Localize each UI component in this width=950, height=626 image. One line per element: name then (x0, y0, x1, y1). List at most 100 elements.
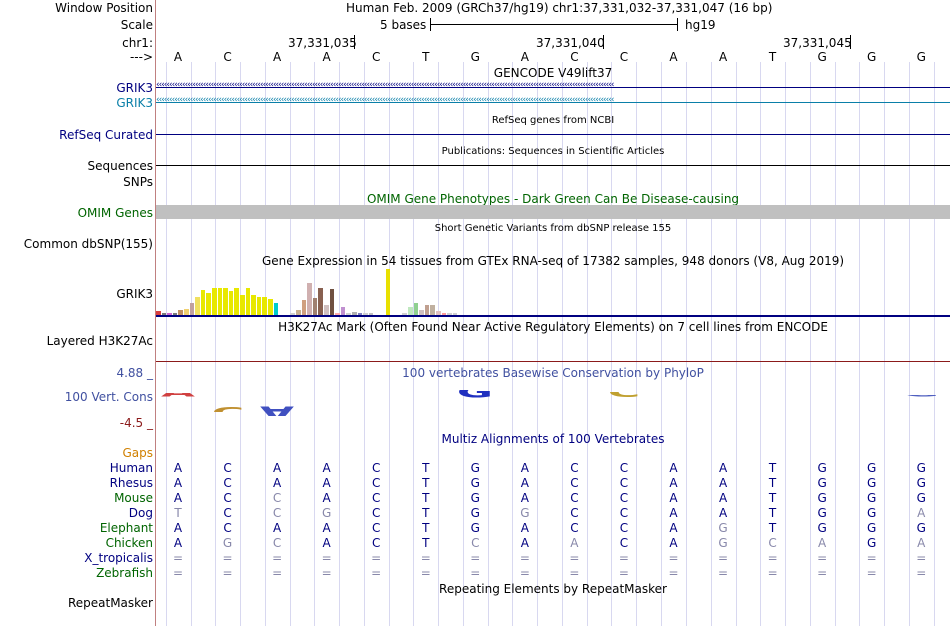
species-label[interactable]: Zebrafish (96, 566, 153, 580)
conservation-letter: A (156, 393, 200, 399)
species-label[interactable]: Mouse (114, 491, 153, 505)
repeatmasker-track-title[interactable]: Repeating Elements by RepeatMasker (156, 582, 950, 596)
conservation-label[interactable]: 100 Vert. Cons (65, 390, 153, 404)
gtex-tissue-bar[interactable] (240, 295, 245, 315)
snps-label[interactable]: SNPs (123, 175, 153, 189)
species-label[interactable]: Human (110, 461, 153, 475)
gtex-tissue-bar[interactable] (413, 303, 419, 315)
alignment-base: A (818, 536, 827, 550)
h3k27ac-label[interactable]: Layered H3K27Ac (47, 334, 153, 348)
species-label[interactable]: Dog (129, 506, 153, 520)
gencode-track-title[interactable]: GENCODE V49lift37 (156, 66, 950, 80)
gtex-tissue-bar[interactable] (256, 297, 262, 315)
gtex-tissue-bar[interactable] (262, 297, 267, 315)
gtex-tissue-bar[interactable] (206, 293, 211, 315)
gaps-label[interactable]: Gaps (122, 446, 153, 460)
common-dbsnp-label[interactable]: Common dbSNP(155) (24, 237, 153, 251)
alignment-base: = (866, 551, 877, 565)
gtex-tissue-bar[interactable] (245, 288, 251, 315)
gtex-tissue-bar[interactable] (312, 298, 318, 315)
gtex-tissue-bar[interactable] (340, 307, 346, 315)
conservation-track-title[interactable]: 100 vertebrates Basewise Conservation by… (156, 366, 950, 380)
gtex-tissue-bar[interactable] (430, 305, 435, 315)
alignment-base: A (322, 521, 331, 535)
scale-label: Scale (120, 18, 153, 32)
gtex-tissue-bar[interactable] (318, 288, 323, 315)
gtex-baseline (156, 315, 950, 317)
refseq-label[interactable]: RefSeq Curated (59, 128, 153, 142)
gencode-label-grik3-alt[interactable]: GRIK3 (116, 96, 153, 110)
alignment-base: A (322, 461, 331, 475)
alignment-base: A (718, 476, 728, 490)
gtex-tissue-bar[interactable] (273, 303, 279, 315)
multiz-track-title[interactable]: Multiz Alignments of 100 Vertebrates (156, 432, 950, 446)
gtex-gene-label[interactable]: GRIK3 (116, 287, 153, 301)
alignment-base: = (668, 551, 679, 565)
species-label[interactable]: Elephant (100, 521, 153, 535)
refseq-track-title[interactable]: RefSeq genes from NCBI (156, 115, 950, 126)
alignment-base: C (371, 461, 381, 475)
alignment-base: = (668, 566, 679, 580)
alignment-base: G (867, 476, 877, 490)
alignment-base: T (768, 506, 777, 520)
publications-line[interactable] (156, 165, 950, 166)
reference-base: T (422, 50, 430, 64)
publications-track-title[interactable]: Publications: Sequences in Scientific Ar… (156, 146, 950, 157)
alignment-base: T (768, 461, 777, 475)
species-label[interactable]: X_tropicalis (84, 551, 153, 565)
alignment-base: A (669, 506, 678, 520)
omim-track-title[interactable]: OMIM Gene Phenotypes - Dark Green Can Be… (156, 192, 950, 206)
gtex-tissue-bar[interactable] (189, 303, 195, 315)
repeatmasker-label[interactable]: RepeatMasker (68, 596, 153, 610)
gencode-label-grik3[interactable]: GRIK3 (116, 81, 153, 95)
gtex-tissue-bar[interactable] (223, 288, 228, 315)
gencode-transcript-1[interactable]: ‹‹‹‹‹‹‹‹‹‹‹‹‹‹‹‹‹‹‹‹‹‹‹‹‹‹‹‹‹‹‹‹‹‹‹‹‹‹‹‹… (156, 82, 950, 94)
gtex-expression-chart[interactable] (156, 268, 950, 316)
alignment-base: = (172, 566, 184, 580)
gtex-tissue-bar[interactable] (324, 305, 329, 315)
gtex-tissue-bar[interactable] (329, 289, 335, 315)
alignment-base: A (669, 476, 678, 490)
gtex-tissue-bar[interactable] (424, 305, 430, 315)
gtex-tissue-bar[interactable] (234, 288, 239, 315)
alignment-base: T (422, 521, 430, 535)
reference-base: T (768, 50, 777, 64)
alignment-base: C (570, 506, 579, 520)
gtex-tissue-bar[interactable] (251, 295, 256, 315)
sequences-label[interactable]: Sequences (88, 159, 153, 173)
omim-label[interactable]: OMIM Genes (78, 206, 153, 220)
window-position-text: Human Feb. 2009 (GRCh37/hg19) chr1:37,33… (346, 1, 773, 15)
gtex-track-title[interactable]: Gene Expression in 54 tissues from GTEx … (156, 254, 950, 268)
reference-base: A (718, 50, 728, 64)
alignment-base: G (867, 506, 877, 520)
gtex-tissue-bar[interactable] (217, 288, 223, 315)
gtex-tissue-bar[interactable] (195, 297, 200, 315)
gencode-transcript-2[interactable]: ‹‹‹‹‹‹‹‹‹‹‹‹‹‹‹‹‹‹‹‹‹‹‹‹‹‹‹‹‹‹‹‹‹‹‹‹‹‹‹‹… (156, 97, 950, 109)
omim-phenotype-bar[interactable] (156, 205, 950, 219)
species-label[interactable]: Chicken (106, 536, 153, 550)
refseq-gene-line[interactable] (156, 134, 950, 135)
reference-base: C (371, 50, 381, 64)
conservation-base: G (800, 399, 844, 402)
dbsnp-track-title[interactable]: Short Genetic Variants from dbSNP releas… (156, 223, 950, 234)
species-label[interactable]: Rhesus (110, 476, 153, 490)
scale-bar-right-tick (677, 18, 678, 31)
alignment-base: A (272, 476, 282, 490)
reference-base: C (619, 50, 629, 64)
alignment-base: C (272, 536, 282, 550)
alignment-base: C (619, 521, 629, 535)
gtex-tissue-bar[interactable] (408, 307, 413, 315)
gtex-tissue-bar[interactable] (200, 290, 206, 315)
conservation-logo[interactable]: A C A T G A C C A T G G G (156, 380, 950, 424)
alignment-base: C (272, 506, 282, 520)
gtex-tissue-bar[interactable] (228, 291, 234, 315)
gtex-tissue-bar[interactable] (212, 288, 217, 315)
h3k27ac-track-title[interactable]: H3K27Ac Mark (Often Found Near Active Re… (156, 320, 950, 334)
gtex-tissue-bar[interactable] (268, 299, 273, 315)
gtex-tissue-bar[interactable] (385, 269, 391, 315)
gtex-tissue-bar[interactable] (301, 300, 307, 315)
conservation-base: A (255, 402, 299, 416)
gtex-tissue-bar[interactable] (307, 283, 312, 315)
alignment-base: A (669, 491, 678, 505)
alignment-base: A (917, 536, 926, 550)
